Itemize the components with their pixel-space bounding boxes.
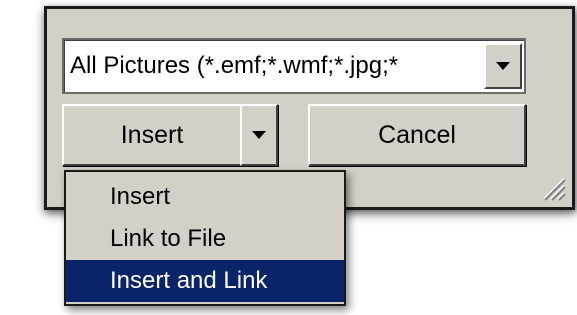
insert-button-label: Insert [120,120,184,149]
cancel-button[interactable]: Cancel [308,104,526,166]
file-type-dropdown-button[interactable] [484,43,522,89]
cancel-button-label: Cancel [378,120,456,149]
file-type-value: All Pictures (*.emf;*.wmf;*.jpg;* [70,52,399,79]
chevron-down-icon [496,62,510,70]
chevron-down-icon [252,131,266,139]
screenshot-canvas: All Pictures (*.emf;*.wmf;*.jpg;* Insert… [0,0,577,315]
file-type-dropdown[interactable]: All Pictures (*.emf;*.wmf;*.jpg;* [62,38,526,94]
resize-grip-icon[interactable] [540,175,566,201]
insert-button[interactable]: Insert [62,104,242,166]
menu-item-link-to-file[interactable]: Link to File [66,218,344,260]
insert-options-menu: Insert Link to File Insert and Link [64,170,346,306]
menu-item-insert-and-link[interactable]: Insert and Link [66,260,344,302]
insert-options-button[interactable] [240,104,278,166]
menu-item-insert[interactable]: Insert [66,176,344,218]
